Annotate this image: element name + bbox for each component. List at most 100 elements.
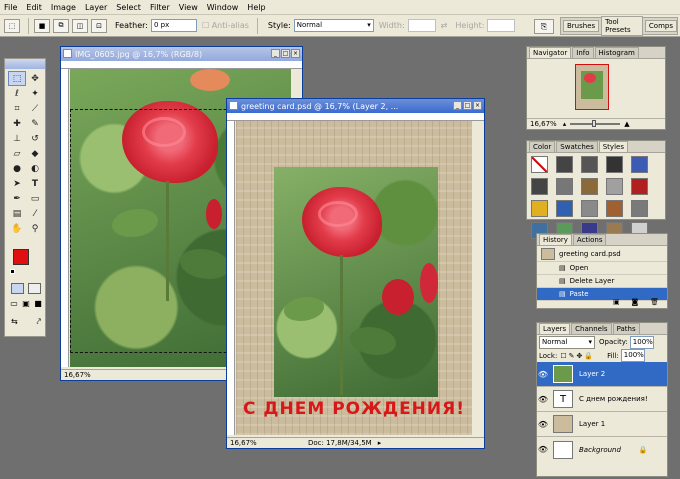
zoom-slider[interactable] (570, 120, 621, 127)
history-snapshot[interactable]: greeting card.psd (537, 246, 667, 262)
feather-input[interactable]: 0 px (150, 19, 197, 32)
menu-edit[interactable]: Edit (26, 3, 42, 12)
tab-navigator[interactable]: Navigator (529, 47, 572, 58)
move-tool-icon[interactable]: ✥ (26, 71, 44, 86)
document-titlebar[interactable]: greeting card.psd @ 16,7% (Layer 2, ... … (227, 99, 484, 113)
clone-stamp-icon[interactable]: ⊥ (8, 131, 26, 146)
navigator-thumbnail[interactable] (575, 64, 609, 110)
zoom-slider-handle[interactable] (592, 120, 597, 127)
lock-transparency-icon[interactable]: ☐ (560, 352, 566, 360)
card-canvas[interactable]: С ДНЕМ РОЖДЕНИЯ! (236, 121, 472, 435)
tab-channels[interactable]: Channels (571, 323, 612, 334)
subtract-selection-button[interactable]: ◫ (72, 18, 88, 33)
minimize-icon[interactable]: _ (271, 49, 280, 58)
history-item[interactable]: ▤ Open (537, 262, 667, 275)
trash-icon[interactable]: 🗑 (650, 298, 659, 306)
close-icon[interactable]: × (291, 49, 300, 58)
menu-select[interactable]: Select (116, 3, 141, 12)
style-swatch[interactable] (581, 156, 598, 173)
tab-styles[interactable]: Styles (598, 141, 628, 152)
eye-icon[interactable]: 👁 (537, 370, 549, 379)
document-titlebar[interactable]: IMG_0605.jpg @ 16,7% (RGB/8) _ □ × (61, 47, 302, 61)
zoom-in-icon[interactable]: ▲ (624, 120, 629, 128)
camera-icon[interactable]: ◙ (631, 298, 638, 306)
style-swatch[interactable] (531, 178, 548, 195)
dock-tab-tool-presets[interactable]: Tool Presets (601, 16, 643, 36)
tab-history[interactable]: History (539, 234, 572, 245)
dock-tab-comps[interactable]: Comps (644, 20, 677, 32)
healing-brush-icon[interactable]: ✚ (8, 116, 26, 131)
maximize-icon[interactable]: □ (463, 101, 472, 110)
style-swatch[interactable] (556, 200, 573, 217)
style-swatch[interactable] (556, 178, 573, 195)
style-swatch[interactable] (606, 178, 623, 195)
lock-position-icon[interactable]: ✥ (576, 352, 582, 360)
zoom-out-icon[interactable]: ▴ (563, 120, 567, 128)
standard-mode-icon[interactable] (11, 283, 24, 294)
menu-image[interactable]: Image (51, 3, 76, 12)
style-swatch[interactable] (606, 156, 623, 173)
tab-paths[interactable]: Paths (612, 323, 640, 334)
zoom-tool-icon[interactable]: ⚲ (26, 221, 44, 236)
new-selection-button[interactable]: ■ (34, 18, 50, 33)
layer-row[interactable]: 👁 T С днем рождения! (537, 387, 667, 412)
minimize-icon[interactable]: _ (453, 101, 462, 110)
menu-view[interactable]: View (179, 3, 198, 12)
type-tool-icon[interactable]: T (26, 176, 44, 191)
paint-bucket-icon[interactable]: ◆ (26, 146, 44, 161)
intersect-selection-button[interactable]: ⊡ (91, 18, 107, 33)
new-document-icon[interactable]: ▣ (613, 298, 620, 306)
fill-input[interactable]: 100% (620, 349, 645, 362)
menu-window[interactable]: Window (207, 3, 239, 12)
tab-swatches[interactable]: Swatches (556, 141, 598, 152)
notes-tool-icon[interactable]: ▤ (8, 206, 26, 221)
path-select-icon[interactable]: ➤ (8, 176, 26, 191)
default-colors-icon[interactable] (10, 269, 15, 274)
zoom-level[interactable]: 16,67% (230, 439, 270, 447)
eraser-tool-icon[interactable]: ▱ (8, 146, 26, 161)
lock-all-icon[interactable]: 🔒 (584, 352, 593, 360)
lock-pixels-icon[interactable]: ✎ (569, 352, 575, 360)
eye-icon[interactable]: 👁 (537, 445, 549, 454)
brush-tool-icon[interactable]: ✎ (26, 116, 44, 131)
marquee-tool-icon[interactable]: ⬚ (8, 71, 26, 86)
layer-row-selected[interactable]: 👁 Layer 2 (537, 362, 667, 387)
history-brush-icon[interactable]: ↺ (26, 131, 44, 146)
zoom-level[interactable]: 16,67% (64, 371, 91, 379)
height-input[interactable] (487, 19, 516, 32)
style-swatch[interactable] (556, 156, 573, 173)
style-swatch[interactable] (531, 156, 548, 173)
eye-icon[interactable]: 👁 (537, 420, 549, 429)
style-swatch[interactable] (631, 178, 648, 195)
style-select[interactable]: Normal ▾ (293, 19, 374, 32)
tab-info[interactable]: Info (572, 47, 594, 58)
screen-mode-menu-icon[interactable]: ▣ (22, 299, 30, 311)
dock-tab-brushes[interactable]: Brushes (563, 20, 600, 32)
style-swatch[interactable] (581, 178, 598, 195)
slice-tool-icon[interactable]: ⟋ (26, 101, 44, 116)
style-swatch[interactable] (631, 156, 648, 173)
quick-mask-icon[interactable] (28, 283, 41, 294)
style-swatch[interactable] (531, 200, 548, 217)
tab-color[interactable]: Color (529, 141, 556, 152)
pen-tool-icon[interactable]: ✒ (8, 191, 26, 206)
document-window-greeting-card[interactable]: greeting card.psd @ 16,7% (Layer 2, ... … (226, 98, 485, 449)
dodge-tool-icon[interactable]: ◐ (26, 161, 44, 176)
close-icon[interactable]: × (473, 101, 482, 110)
menu-filter[interactable]: Filter (150, 3, 170, 12)
tool-preset-picker[interactable]: ⬚ (4, 18, 20, 33)
crop-tool-icon[interactable]: ⌗ (8, 101, 26, 116)
maximize-icon[interactable]: □ (281, 49, 290, 58)
history-item[interactable]: ▤ Delete Layer (537, 275, 667, 288)
add-selection-button[interactable]: ⧉ (53, 18, 69, 33)
screen-mode-full-icon[interactable]: ■ (34, 299, 42, 311)
magic-wand-icon[interactable]: ✦ (26, 86, 44, 101)
navigator-zoom[interactable]: 16,67% (530, 120, 557, 128)
shape-tool-icon[interactable]: ▭ (26, 191, 44, 206)
hand-tool-icon[interactable]: ✋ (8, 221, 26, 236)
tab-histogram[interactable]: Histogram (594, 47, 639, 58)
lasso-tool-icon[interactable]: ℓ (8, 86, 26, 101)
menu-file[interactable]: File (4, 3, 17, 12)
foreground-color-swatch[interactable] (13, 249, 29, 265)
style-swatch[interactable] (581, 200, 598, 217)
